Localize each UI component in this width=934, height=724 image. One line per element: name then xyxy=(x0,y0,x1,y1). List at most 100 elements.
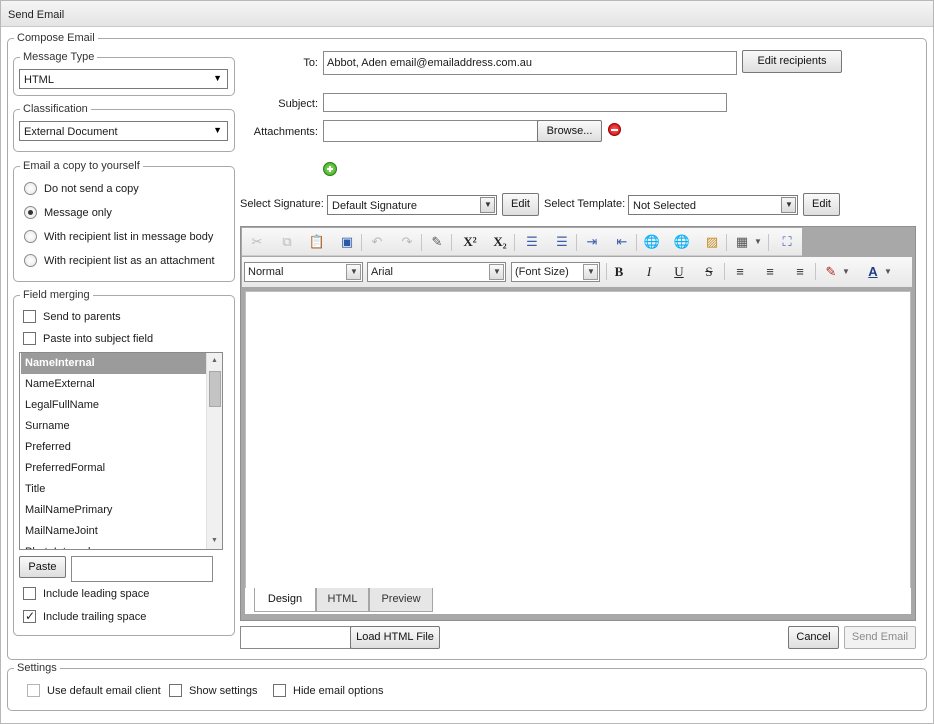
show-settings-checkbox[interactable]: Show settings xyxy=(169,683,269,699)
tab-html[interactable]: HTML xyxy=(316,588,369,612)
undo-icon[interactable]: ↶ xyxy=(367,233,387,251)
checkbox[interactable] xyxy=(23,587,36,600)
trailing-space-checkbox[interactable]: ✓ Include trailing space xyxy=(23,609,213,625)
signature-select[interactable]: Default Signature ▼ xyxy=(327,195,497,215)
bold-icon[interactable]: B xyxy=(609,263,629,281)
list-item[interactable]: MailNamePrimary xyxy=(21,500,207,521)
html-file-path-input[interactable] xyxy=(240,626,351,649)
list-item[interactable]: Preferred xyxy=(21,437,207,458)
use-default-client-checkbox[interactable]: Use default email client xyxy=(27,683,167,699)
edit-template-button[interactable]: Edit xyxy=(803,193,840,216)
hide-email-options-checkbox[interactable]: Hide email options xyxy=(273,683,393,699)
list-item[interactable]: PhotoInternal xyxy=(21,542,207,549)
ordered-list-icon[interactable]: ☰ xyxy=(522,233,542,251)
scroll-down-icon[interactable]: ▼ xyxy=(211,537,218,544)
list-item[interactable]: NameInternal xyxy=(21,353,207,374)
paste-subject-checkbox[interactable]: Paste into subject field xyxy=(23,331,203,347)
dropdown-button[interactable]: ▼ xyxy=(583,264,598,280)
to-value: Abbot, Aden email@emailaddress.com.au xyxy=(327,57,532,69)
chevron-down-icon[interactable]: ▼ xyxy=(752,233,764,251)
edit-recipients-button[interactable]: Edit recipients xyxy=(742,50,842,73)
dropdown-button[interactable]: ▼ xyxy=(346,264,361,280)
leading-space-checkbox[interactable]: Include leading space xyxy=(23,586,213,602)
copy-icon[interactable]: ⧉ xyxy=(277,233,297,251)
radio-button[interactable] xyxy=(24,254,37,267)
editor-content-area[interactable] xyxy=(245,291,911,589)
template-select[interactable]: Not Selected ▼ xyxy=(628,195,798,215)
send-to-parents-checkbox[interactable]: Send to parents xyxy=(23,309,203,325)
align-center-icon[interactable]: ≡ xyxy=(760,263,780,281)
classification-select[interactable]: External Document ▼ xyxy=(19,121,228,141)
subscript-icon[interactable]: X₂ xyxy=(490,233,510,251)
remove-attachment-icon[interactable] xyxy=(608,123,621,136)
highlight-color-icon[interactable]: ✎ xyxy=(821,263,841,281)
font-size-select[interactable]: (Font Size) ▼ xyxy=(511,262,600,282)
cancel-button[interactable]: Cancel xyxy=(788,626,839,649)
italic-icon[interactable]: I xyxy=(639,263,659,281)
strikethrough-icon[interactable]: S xyxy=(699,263,719,281)
scroll-up-icon[interactable]: ▲ xyxy=(211,357,218,364)
load-html-file-button[interactable]: Load HTML File xyxy=(350,626,440,649)
align-right-icon[interactable]: ≡ xyxy=(790,263,810,281)
editor-toolbar-row2: Normal ▼ Arial ▼ (Font Size) ▼ B I U S ≡… xyxy=(242,257,912,287)
radio-button[interactable] xyxy=(24,182,37,195)
font-color-icon[interactable]: A xyxy=(863,263,883,281)
message-type-select[interactable]: HTML ▼ xyxy=(19,69,228,89)
browse-button[interactable]: Browse... xyxy=(537,120,602,142)
list-item[interactable]: Title xyxy=(21,479,207,500)
list-item[interactable]: LegalFullName xyxy=(21,395,207,416)
dropdown-button[interactable]: ▼ xyxy=(489,264,504,280)
list-item[interactable]: Surname xyxy=(21,416,207,437)
radio-button[interactable] xyxy=(24,206,37,219)
paste-from-word-icon[interactable]: ▣ xyxy=(337,233,357,251)
insert-table-icon[interactable]: ▦ xyxy=(732,233,752,251)
remove-link-icon[interactable]: 🌐 xyxy=(672,233,692,251)
checkbox[interactable] xyxy=(169,684,182,697)
radio-message-only[interactable]: Message only xyxy=(24,205,224,221)
checkbox[interactable] xyxy=(23,310,36,323)
dropdown-button[interactable]: ▼ xyxy=(781,197,796,213)
checkbox[interactable] xyxy=(23,332,36,345)
attachment-field[interactable] xyxy=(323,120,538,142)
tab-preview[interactable]: Preview xyxy=(369,588,433,612)
outdent-icon[interactable]: ⇤ xyxy=(612,233,632,251)
align-left-icon[interactable]: ≡ xyxy=(730,263,750,281)
font-select[interactable]: Arial ▼ xyxy=(367,262,506,282)
send-email-button[interactable]: Send Email xyxy=(844,626,916,649)
insert-link-icon[interactable]: 🌐 xyxy=(642,233,662,251)
superscript-icon[interactable]: X² xyxy=(460,233,480,251)
subject-field[interactable] xyxy=(323,93,727,112)
insert-image-icon[interactable]: ▨ xyxy=(702,233,722,251)
checkbox[interactable] xyxy=(273,684,286,697)
list-scrollbar[interactable]: ▲ ▼ xyxy=(206,353,222,549)
radio-button[interactable] xyxy=(24,230,37,243)
edit-signature-button[interactable]: Edit xyxy=(502,193,539,216)
checkbox[interactable] xyxy=(27,684,40,697)
chevron-down-icon[interactable]: ▼ xyxy=(840,263,852,281)
format-select[interactable]: Normal ▼ xyxy=(244,262,363,282)
scroll-thumb[interactable] xyxy=(209,371,221,407)
tab-design[interactable]: Design xyxy=(254,588,316,612)
underline-icon[interactable]: U xyxy=(669,263,689,281)
to-field[interactable]: Abbot, Aden email@emailaddress.com.au xyxy=(323,51,737,75)
fullscreen-icon[interactable]: ⛶ xyxy=(777,233,797,251)
indent-icon[interactable]: ⇥ xyxy=(582,233,602,251)
add-attachment-icon[interactable] xyxy=(323,162,337,176)
paste-field-input[interactable] xyxy=(71,556,213,582)
cut-icon[interactable]: ✂ xyxy=(247,233,267,251)
merge-field-list[interactable]: NameInternal NameExternal LegalFullName … xyxy=(19,352,223,550)
radio-recipients-in-body[interactable]: With recipient list in message body xyxy=(24,229,224,245)
chevron-down-icon[interactable]: ▼ xyxy=(882,263,894,281)
spellcheck-icon[interactable]: ✎ xyxy=(427,233,447,251)
unordered-list-icon[interactable]: ☰ xyxy=(552,233,572,251)
list-item[interactable]: NameExternal xyxy=(21,374,207,395)
radio-recipients-as-attachment[interactable]: With recipient list as an attachment xyxy=(24,253,224,269)
paste-icon[interactable]: 📋 xyxy=(307,233,327,251)
list-item[interactable]: MailNameJoint xyxy=(21,521,207,542)
checkbox[interactable]: ✓ xyxy=(23,609,36,623)
dropdown-button[interactable]: ▼ xyxy=(480,197,495,213)
paste-field-button[interactable]: Paste xyxy=(19,556,66,578)
redo-icon[interactable]: ↷ xyxy=(397,233,417,251)
list-item[interactable]: PreferredFormal xyxy=(21,458,207,479)
radio-no-copy[interactable]: Do not send a copy xyxy=(24,181,224,197)
